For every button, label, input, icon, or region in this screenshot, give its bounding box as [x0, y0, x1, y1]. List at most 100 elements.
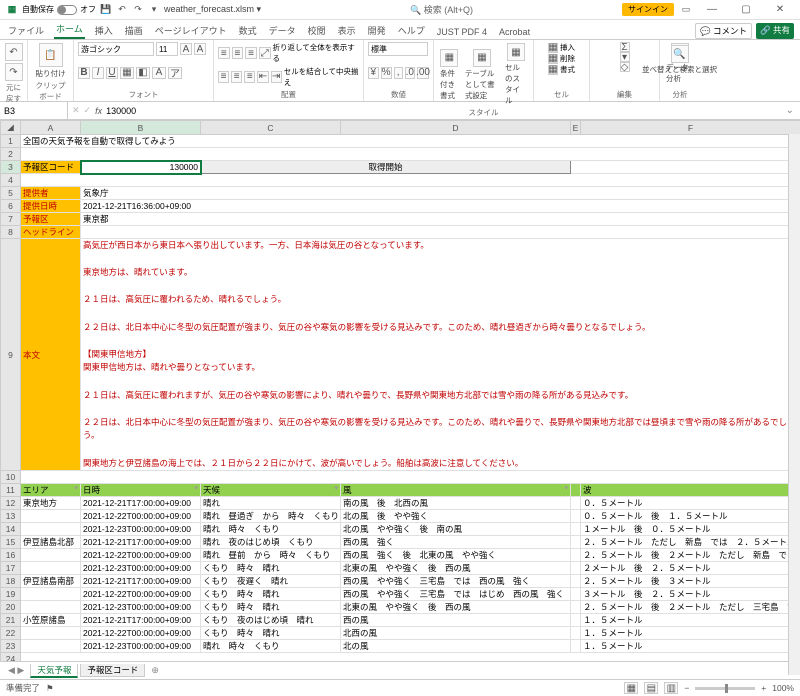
- align-bot-icon[interactable]: ≡: [245, 47, 257, 59]
- cond-format-button[interactable]: ▦条件付き書式: [438, 48, 461, 102]
- tab-developer[interactable]: 開発: [366, 24, 388, 39]
- cell-C22[interactable]: くもり 時々 晴れ: [201, 627, 341, 640]
- sheet-tab-2[interactable]: 予報区コード: [80, 664, 145, 677]
- row-17[interactable]: 17: [1, 562, 21, 575]
- cell-B16[interactable]: 2021-12-22T00:00:00+09:00: [81, 549, 201, 562]
- underline-icon[interactable]: U: [106, 67, 118, 79]
- cell-B13[interactable]: 2021-12-22T00:00:00+09:00: [81, 510, 201, 523]
- cell-F21[interactable]: １．５メートル: [581, 614, 800, 627]
- cell-A6[interactable]: 提供日時: [21, 200, 81, 213]
- cell-B7[interactable]: 東京都: [81, 213, 800, 226]
- orientation-icon[interactable]: ⤢: [259, 47, 271, 59]
- comma-icon[interactable]: ,: [394, 67, 403, 79]
- cell-D21[interactable]: 西の風: [341, 614, 571, 627]
- view-pagebreak-icon[interactable]: ▥: [664, 682, 678, 694]
- cell-C19[interactable]: くもり 時々 晴れ: [201, 588, 341, 601]
- row-8[interactable]: 8: [1, 226, 21, 239]
- redo-qat-icon[interactable]: ↷: [132, 4, 144, 16]
- indent-inc-icon[interactable]: ⇥: [271, 71, 282, 83]
- cell-F15[interactable]: ２．５メートル ただし 新島 では ２．５メートル: [581, 536, 800, 549]
- cell-A15[interactable]: 伊豆諸島北部: [21, 536, 81, 549]
- cell-F18[interactable]: ２．５メートル 後 ３メートル: [581, 575, 800, 588]
- zoom-level[interactable]: 100%: [772, 683, 794, 693]
- bold-icon[interactable]: B: [78, 67, 90, 79]
- col-F[interactable]: F: [581, 121, 800, 135]
- cancel-fx-icon[interactable]: ✕: [72, 105, 80, 116]
- fx-icon[interactable]: fx: [95, 106, 102, 116]
- cell-D23[interactable]: 北の風: [341, 640, 571, 653]
- cell-F19[interactable]: ３メートル 後 ２．５メートル: [581, 588, 800, 601]
- align-top-icon[interactable]: ≡: [218, 47, 230, 59]
- cell-A2[interactable]: [21, 148, 800, 161]
- cell-F23[interactable]: １．５メートル: [581, 640, 800, 653]
- cell-C23[interactable]: 晴れ 時々 くもり: [201, 640, 341, 653]
- cell-B6[interactable]: 2021-12-21T16:36:00+09:00: [81, 200, 800, 213]
- row-21[interactable]: 21: [1, 614, 21, 627]
- cell-A1[interactable]: 全国の天気予報を自動で取得してみよう: [21, 135, 800, 148]
- cell-C16[interactable]: 晴れ 昼前 から 時々 くもり: [201, 549, 341, 562]
- cell-B17[interactable]: 2021-12-23T00:00:00+09:00: [81, 562, 201, 575]
- border-icon[interactable]: ▦: [120, 67, 134, 79]
- cell-B23[interactable]: 2021-12-23T00:00:00+09:00: [81, 640, 201, 653]
- col-D[interactable]: D: [341, 121, 571, 135]
- cell-B9[interactable]: 高気圧が西日本から東日本へ張り出しています。一方、日本海は気圧の谷となっています…: [81, 239, 800, 471]
- row-4[interactable]: 4: [1, 174, 21, 187]
- cell-C20[interactable]: くもり 時々 晴れ: [201, 601, 341, 614]
- undo-button[interactable]: ↶: [4, 42, 23, 62]
- row-18[interactable]: 18: [1, 575, 21, 588]
- cell-A9[interactable]: 本文: [21, 239, 81, 471]
- align-left-icon[interactable]: ≡: [218, 71, 229, 83]
- cell-A19[interactable]: [21, 588, 81, 601]
- percent-icon[interactable]: %: [381, 67, 392, 79]
- expand-formula-icon[interactable]: ⌄: [780, 105, 800, 116]
- cell-B19[interactable]: 2021-12-22T00:00:00+09:00: [81, 588, 201, 601]
- phonetic-icon[interactable]: ア: [168, 67, 182, 79]
- cell-F12[interactable]: ０．５メートル: [581, 497, 800, 510]
- cell-C18[interactable]: くもり 夜遅く 晴れ: [201, 575, 341, 588]
- cell-D20[interactable]: 北東の風 やや強く 後 西の風: [341, 601, 571, 614]
- tab-justpdf[interactable]: JUST PDF 4: [435, 27, 489, 39]
- row-9[interactable]: 9: [1, 239, 21, 471]
- row-20[interactable]: 20: [1, 601, 21, 614]
- row-12[interactable]: 12: [1, 497, 21, 510]
- font-name-dropdown[interactable]: 游ゴシック: [78, 42, 154, 56]
- formula-bar[interactable]: 130000: [106, 106, 136, 116]
- row-1[interactable]: 1: [1, 135, 21, 148]
- cell-A7[interactable]: 予報区: [21, 213, 81, 226]
- cell-D22[interactable]: 北西の風: [341, 627, 571, 640]
- ribbon-mode-icon[interactable]: ▭: [680, 4, 692, 16]
- sort-find-button[interactable]: 🔍並べ替えと検索と選択: [640, 44, 719, 76]
- col-A[interactable]: A: [21, 121, 81, 135]
- tab-home[interactable]: ホーム: [54, 22, 85, 39]
- search-box[interactable]: 🔍 検索 (Alt+Q): [410, 5, 473, 15]
- row-7[interactable]: 7: [1, 213, 21, 226]
- row-5[interactable]: 5: [1, 187, 21, 200]
- col-C[interactable]: C: [201, 121, 341, 135]
- format-cell-icon[interactable]: ▦: [548, 65, 558, 75]
- cell-B14[interactable]: 2021-12-23T00:00:00+09:00: [81, 523, 201, 536]
- cell-F22[interactable]: １．５メートル: [581, 627, 800, 640]
- cell-A21[interactable]: 小笠原諸島: [21, 614, 81, 627]
- row-2[interactable]: 2: [1, 148, 21, 161]
- cell-D19[interactable]: 西の風 やや強く 三宅島 では はじめ 西の風 強く: [341, 588, 571, 601]
- cell-A23[interactable]: [21, 640, 81, 653]
- row-10[interactable]: 10: [1, 471, 21, 484]
- row-19[interactable]: 19: [1, 588, 21, 601]
- worksheet-grid[interactable]: ◢ A B C D E F 1全国の天気予報を自動で取得してみよう 2 3 予報…: [0, 120, 800, 661]
- autosum-icon[interactable]: Σ: [620, 42, 630, 52]
- tab-draw[interactable]: 描画: [123, 24, 145, 39]
- save-icon[interactable]: 💾: [100, 4, 112, 16]
- qat-more-icon[interactable]: ▾: [148, 4, 160, 16]
- cell-A16[interactable]: [21, 549, 81, 562]
- maximize-button[interactable]: ▢: [732, 1, 760, 19]
- inc-dec-icon[interactable]: .0: [405, 67, 415, 79]
- cell-F20[interactable]: ２．５メートル 後 ２メートル ただし 三宅島 では: [581, 601, 800, 614]
- undo-qat-icon[interactable]: ↶: [116, 4, 128, 16]
- cell-B20[interactable]: 2021-12-23T00:00:00+09:00: [81, 601, 201, 614]
- hdr-wind[interactable]: 風▾: [341, 484, 571, 497]
- hdr-area[interactable]: エリア▾: [21, 484, 81, 497]
- cell-A20[interactable]: [21, 601, 81, 614]
- cell-style-button[interactable]: ▦セルのスタイル: [503, 42, 529, 107]
- cell-C12[interactable]: 晴れ: [201, 497, 341, 510]
- cell-C15[interactable]: 晴れ 夜のはじめ頃 くもり: [201, 536, 341, 549]
